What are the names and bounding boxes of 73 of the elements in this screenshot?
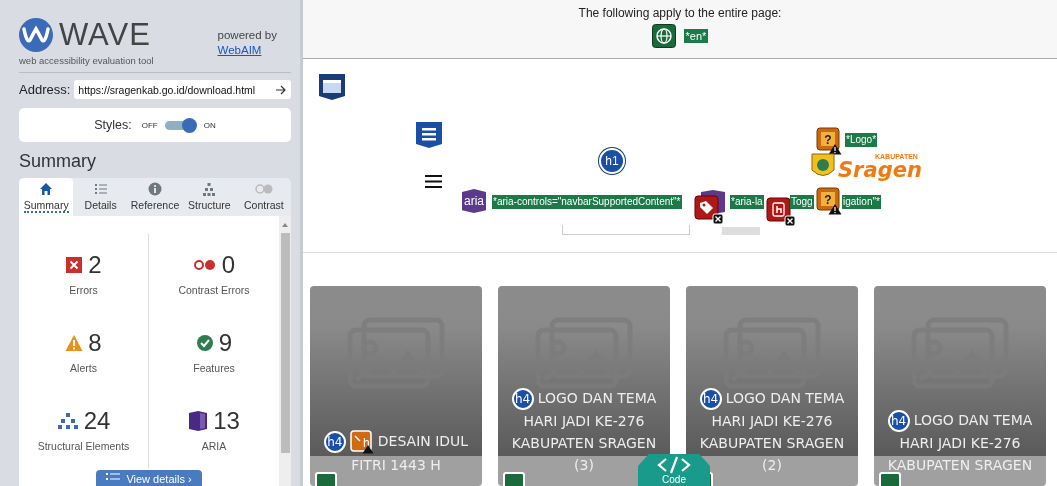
heading-badge: h4 [887,410,910,432]
annotation-label: *aria-la [730,195,764,210]
content-card[interactable]: h4 LOGO DAN TEMA HARI JADI KE-276 KABUPATEN SRAGEN (2) [686,286,858,486]
logo-title: WAVE [59,18,151,52]
image-placeholder-icon [722,316,822,391]
warning-icon [65,333,84,352]
logo-title: Sragen [838,160,922,182]
image-placeholder-icon [346,316,446,391]
go-arrow-icon[interactable] [275,84,287,95]
stat-count: 24 [83,406,111,435]
wave-logo-icon [19,18,53,52]
contrast-icon [253,182,274,196]
panel-tab[interactable]: Details [73,178,128,216]
stat-count: 9 [218,328,233,357]
menu-icon [425,175,442,189]
stat-count: 13 [213,406,240,435]
on-label: ON [203,120,216,130]
info-icon [148,182,162,196]
header-region-icon [318,73,346,102]
stat-count: 0 [221,250,236,279]
panel-tab[interactable]: Summary [19,178,74,216]
aria-badge: aria [462,189,486,214]
stat-label: ARIA [201,439,227,452]
stat-label: Errors [69,283,98,296]
styles-label: Styles: [94,118,132,132]
error-icon [65,255,84,274]
address-field[interactable]: https://sragenkab.go.id/download.html [74,80,291,99]
card-title: h4 h DESAIN IDUL FITRI 1443 H [321,430,471,476]
content-card[interactable]: h4 h DESAIN IDUL FITRI 1443 H [310,286,482,486]
list-icon [93,182,108,196]
heading-alert-icon: h [349,430,374,454]
annotation-label: Togg [790,195,814,210]
globe-icon [651,24,676,48]
stat-label: Contrast Errors [178,283,250,296]
page-notice: The following apply to the entire page: [578,6,782,20]
off-label: OFF [141,120,158,130]
card-title: h4 LOGO DAN TEMA HARI JADI KE-276 KABUPATEN SRAGEN [886,409,1034,475]
content-card[interactable]: h4 LOGO DAN TEMA HARI JADI KE-276 KABUPATEN SRAGEN [874,286,1046,486]
annotation-label: *aria-controls="navbarSupportedContent"* [492,195,682,210]
stat-label: Structural Elements [37,439,130,452]
placeholder-bar [722,227,760,236]
stat-label: Alerts [70,361,97,374]
hierarchy-icon [202,182,217,196]
panel-tab[interactable]: Contrast [236,178,291,216]
stat-label: Features [193,361,235,374]
annotation-label: igation"* [842,195,881,210]
image-placeholder-icon [910,316,1010,391]
stat-count: 8 [88,328,102,357]
panel-tab[interactable]: Structure [182,178,237,216]
annotation-label: *Logo* [845,133,878,148]
styles-toggle[interactable] [164,118,197,132]
stat-count: 2 [88,250,102,279]
language-label: *en* [683,29,709,43]
aria-box-icon [188,409,209,432]
tagline: web accessibility evaluation tool [19,55,154,66]
image-placeholder-icon [534,316,634,391]
panel-tab[interactable]: Reference [127,178,183,216]
powered-by-text: powered by [217,28,277,43]
home-icon [39,182,54,196]
heading-badge: h1 [599,148,625,175]
hierarchy-icon [56,411,79,430]
navigation-list-icon [415,121,443,150]
heading-badge: h4 [511,388,534,410]
address-label: Address: [19,82,71,97]
tag-error-icon [694,195,724,226]
heading-badge: h4 [699,388,722,410]
check-circle-icon [195,333,214,352]
heading-badge: h4 [323,431,346,453]
webaim-link[interactable]: WebAIM [217,43,262,58]
view-details-button[interactable]: View details › [96,470,202,486]
scrollbar[interactable] [279,216,291,486]
code-icon [657,456,691,474]
summary-heading: Summary [19,151,97,172]
